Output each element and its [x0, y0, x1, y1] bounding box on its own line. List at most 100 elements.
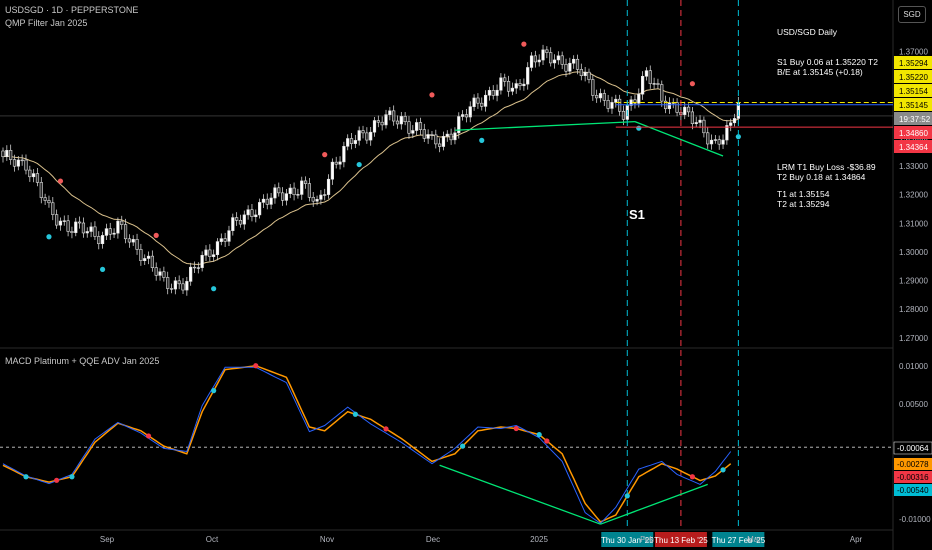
- macd-bull-cross-dot: [352, 411, 358, 417]
- s1-marker: S1: [629, 207, 645, 222]
- candle: [729, 122, 733, 126]
- candle: [181, 283, 185, 291]
- candle: [717, 139, 721, 145]
- candle: [495, 89, 499, 96]
- candle: [667, 102, 672, 110]
- candle: [591, 79, 595, 96]
- candle: [108, 228, 112, 235]
- candle: [713, 139, 717, 141]
- note-t2: T2 at 1.35294: [777, 199, 830, 209]
- note-title: USD/SGD Daily: [777, 27, 837, 37]
- chart-canvas[interactable]: Thu 30 Jan '25 Thu 13 Feb '25 Thu 27 Feb '…: [0, 0, 932, 550]
- candle: [418, 122, 423, 130]
- candle: [361, 130, 365, 134]
- macd-bull-cross-dot: [211, 388, 217, 394]
- price-tick-label: 1.28000: [899, 305, 928, 314]
- candle: [173, 280, 177, 290]
- candle: [365, 132, 369, 141]
- candle: [468, 106, 472, 118]
- macd-tick-label: 0.00500: [899, 400, 928, 409]
- candle: [372, 120, 377, 133]
- candle: [334, 161, 338, 165]
- price-tick-label: 1.31000: [899, 219, 928, 228]
- candle: [721, 139, 725, 145]
- candle: [284, 193, 289, 201]
- candle: [261, 198, 266, 203]
- candle: [595, 95, 599, 99]
- candle: [97, 236, 101, 245]
- candle: [292, 187, 296, 196]
- candle: [78, 221, 82, 224]
- candle: [338, 161, 342, 165]
- candle: [112, 232, 116, 235]
- time-tick-label: Feb: [640, 535, 654, 544]
- candle: [277, 187, 281, 194]
- candle: [549, 52, 553, 64]
- note-lrm: LRM T1 Buy Loss -$36.89: [777, 162, 876, 172]
- candle: [346, 138, 350, 147]
- candle: [280, 192, 285, 201]
- candle: [415, 122, 419, 131]
- time-tick-label: Oct: [206, 535, 219, 544]
- candle: [426, 134, 430, 139]
- candle: [506, 81, 511, 92]
- candle: [434, 134, 438, 145]
- macd-bear-cross-dot: [253, 363, 259, 369]
- candle: [303, 180, 308, 184]
- buy-signal-dot: [479, 137, 485, 143]
- candle: [9, 150, 13, 160]
- time-tick-label: Dec: [426, 535, 440, 544]
- candle: [265, 198, 269, 205]
- candle: [518, 83, 522, 87]
- candle: [349, 138, 354, 144]
- candle: [541, 49, 545, 61]
- candle: [579, 69, 583, 76]
- candle: [709, 139, 714, 145]
- candle: [395, 120, 400, 125]
- candle: [522, 83, 526, 87]
- macd-bull-cross-dot: [23, 474, 29, 480]
- candle: [388, 110, 392, 115]
- note-breakeven: B/E at 1.35145 (+0.18): [777, 67, 863, 77]
- macd-line: [2, 366, 732, 525]
- candle: [445, 133, 449, 137]
- macd-tick-label: -0.01000: [899, 515, 931, 524]
- buy-signal-dot: [356, 161, 362, 168]
- candle: [120, 220, 124, 225]
- macd-bull-cross-dot: [624, 493, 630, 499]
- candle: [449, 133, 453, 141]
- candle: [43, 197, 47, 201]
- macd-bear-cross-dot: [513, 425, 519, 432]
- candle: [227, 230, 231, 242]
- macd-bear-cross-dot: [54, 477, 60, 483]
- candle: [660, 84, 664, 102]
- candle: [66, 220, 70, 232]
- candle: [58, 220, 63, 226]
- candle: [702, 119, 706, 134]
- price-tick-label: 1.27000: [899, 334, 928, 343]
- time-tick-label: Nov: [320, 535, 334, 544]
- candle: [219, 238, 223, 242]
- candle: [453, 132, 457, 141]
- price-tick-label: 1.30000: [899, 248, 928, 257]
- candle: [288, 187, 292, 194]
- candle: [503, 77, 507, 82]
- candle: [127, 238, 131, 243]
- candle: [254, 214, 258, 218]
- candle: [614, 98, 618, 103]
- candle: [32, 173, 36, 178]
- candle: [587, 71, 591, 80]
- candle: [683, 106, 687, 115]
- candle: [656, 83, 660, 85]
- candle: [353, 140, 357, 144]
- candle: [686, 106, 691, 113]
- candle: [499, 77, 503, 91]
- moving-average-line: [2, 71, 739, 266]
- candle: [476, 97, 480, 104]
- buy-signal-dot: [636, 125, 642, 131]
- candle: [158, 271, 162, 276]
- candle: [150, 255, 154, 268]
- currency-button[interactable]: SGD: [898, 6, 926, 23]
- candle: [487, 90, 492, 96]
- candle: [242, 214, 246, 225]
